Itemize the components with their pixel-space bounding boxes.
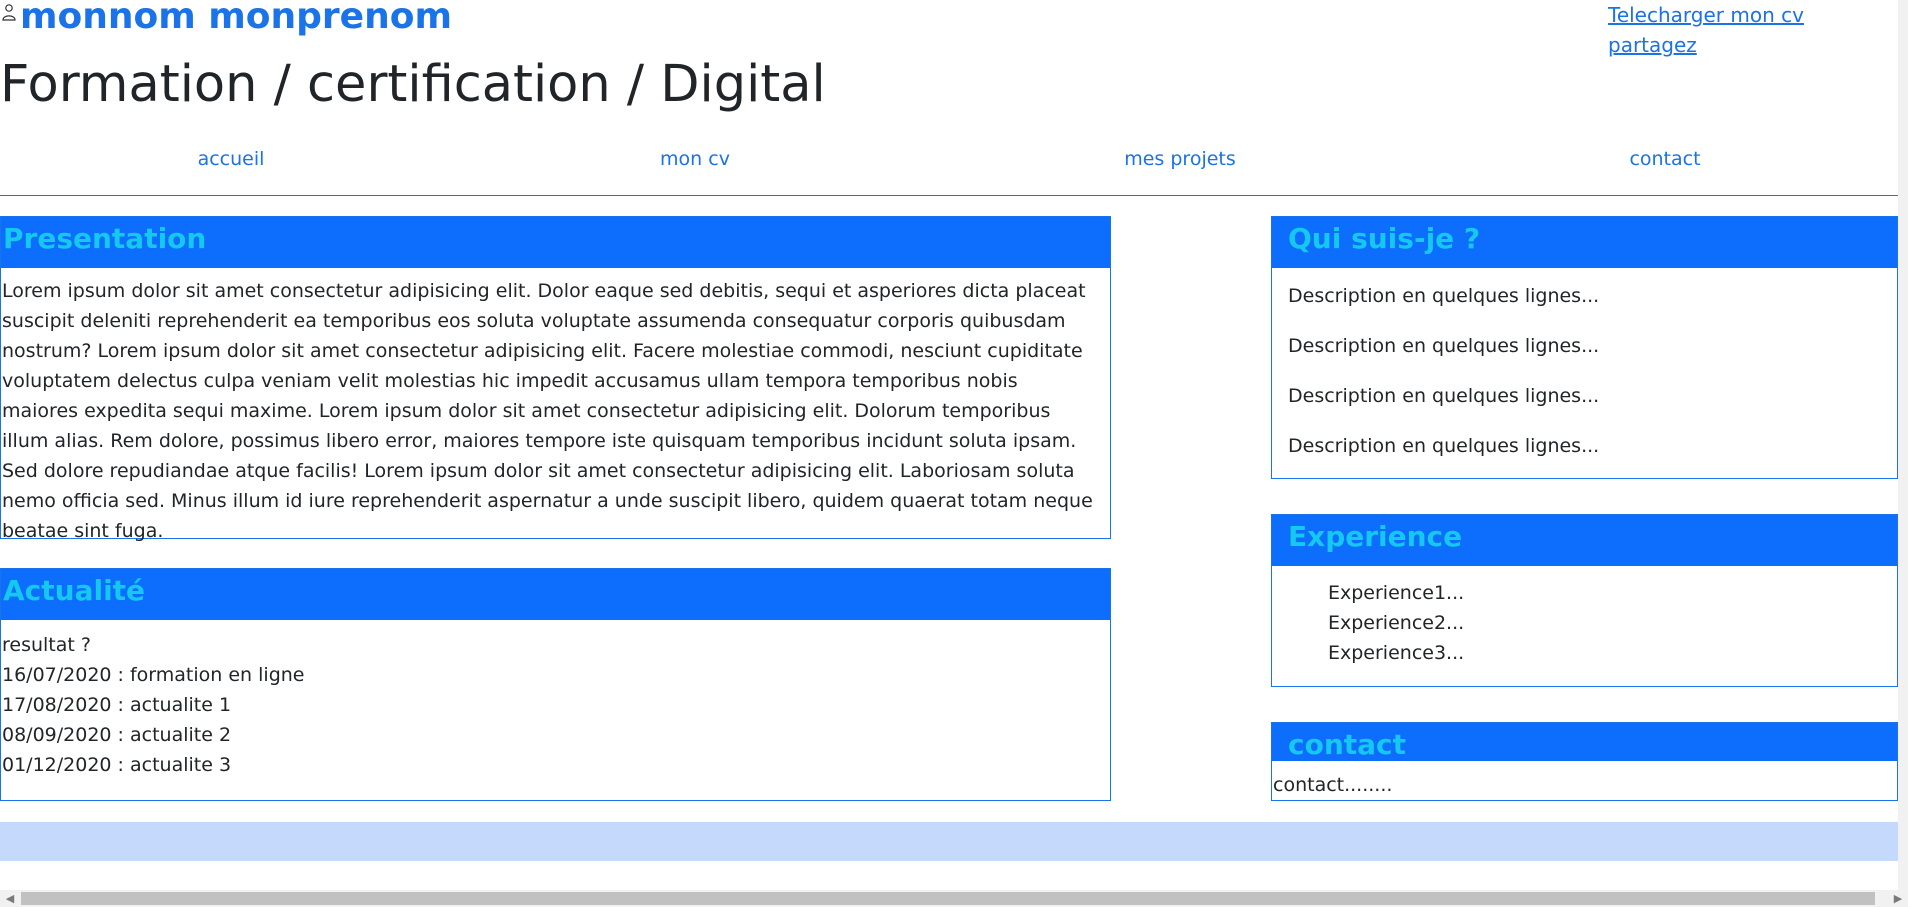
qui-suis-je-list: Description en quelques lignes... Descri… [1272, 268, 1897, 459]
experience-panel: Experience Experience1... Experience2...… [1271, 514, 1898, 687]
experience-title: Experience [1272, 515, 1897, 566]
actualite-item: resultat ? [2, 634, 91, 656]
actualite-item: 16/07/2020 : formation en ligne [2, 664, 305, 686]
description-line: Description en quelques lignes... [1288, 435, 1600, 457]
actualite-title: Actualité [1, 569, 1110, 620]
experience-item: Experience1... [1328, 582, 1465, 604]
description-line: Description en quelques lignes... [1288, 285, 1600, 307]
scroll-left-arrow-icon[interactable]: ◀ [2, 890, 18, 907]
user-name-link[interactable]: monnom monprenom [20, 0, 452, 37]
experience-list: Experience1... Experience2... Experience… [1272, 566, 1897, 668]
qui-suis-je-panel: Qui suis-je ? Description en quelques li… [1271, 216, 1898, 479]
top-links: Telecharger mon cv partagez [1608, 0, 1804, 60]
qui-suis-je-title: Qui suis-je ? [1272, 217, 1897, 268]
description-line: Description en quelques lignes... [1288, 335, 1600, 357]
experience-item: Experience2... [1328, 612, 1465, 634]
presentation-title: Presentation [1, 217, 1110, 268]
page: monnom monprenom Formation / certificati… [0, 0, 1898, 890]
nav-item-accueil[interactable]: accueil [198, 148, 265, 170]
description-line: Description en quelques lignes... [1288, 385, 1600, 407]
scroll-right-arrow-icon[interactable]: ▶ [1890, 890, 1906, 907]
footer [0, 822, 1898, 861]
contact-panel: contact contact........ [1271, 722, 1898, 801]
main-nav: accueil mon cv mes projets contact [0, 148, 1898, 178]
person-icon [2, 4, 16, 21]
experience-item: Experience3... [1328, 642, 1465, 664]
vertical-scrollbar[interactable] [1898, 0, 1908, 890]
actualite-item: 08/09/2020 : actualite 2 [2, 724, 232, 746]
presentation-text: Lorem ipsum dolor sit amet consectetur a… [2, 280, 1093, 542]
nav-item-contact[interactable]: contact [1629, 148, 1700, 170]
actualite-item: 17/08/2020 : actualite 1 [2, 694, 232, 716]
nav-divider [0, 195, 1898, 196]
presentation-panel: Presentation Lorem ipsum dolor sit amet … [0, 216, 1111, 542]
contact-text: contact........ [1273, 774, 1393, 796]
scrollbar-thumb[interactable] [21, 892, 1875, 905]
horizontal-scrollbar[interactable]: ◀ ▶ [0, 890, 1908, 907]
download-cv-link[interactable]: Telecharger mon cv [1608, 0, 1804, 30]
actualite-panel: Actualité resultat ? 16/07/2020 : format… [0, 568, 1111, 801]
nav-item-mes-projets[interactable]: mes projets [1124, 148, 1236, 170]
page-subtitle: Formation / certification / Digital [0, 55, 826, 114]
actualite-list: resultat ? 16/07/2020 : formation en lig… [1, 620, 1110, 780]
share-link[interactable]: partagez [1608, 30, 1804, 60]
contact-title: contact [1272, 723, 1897, 761]
nav-item-mon-cv[interactable]: mon cv [660, 148, 730, 170]
actualite-item: 01/12/2020 : actualite 3 [2, 754, 232, 776]
